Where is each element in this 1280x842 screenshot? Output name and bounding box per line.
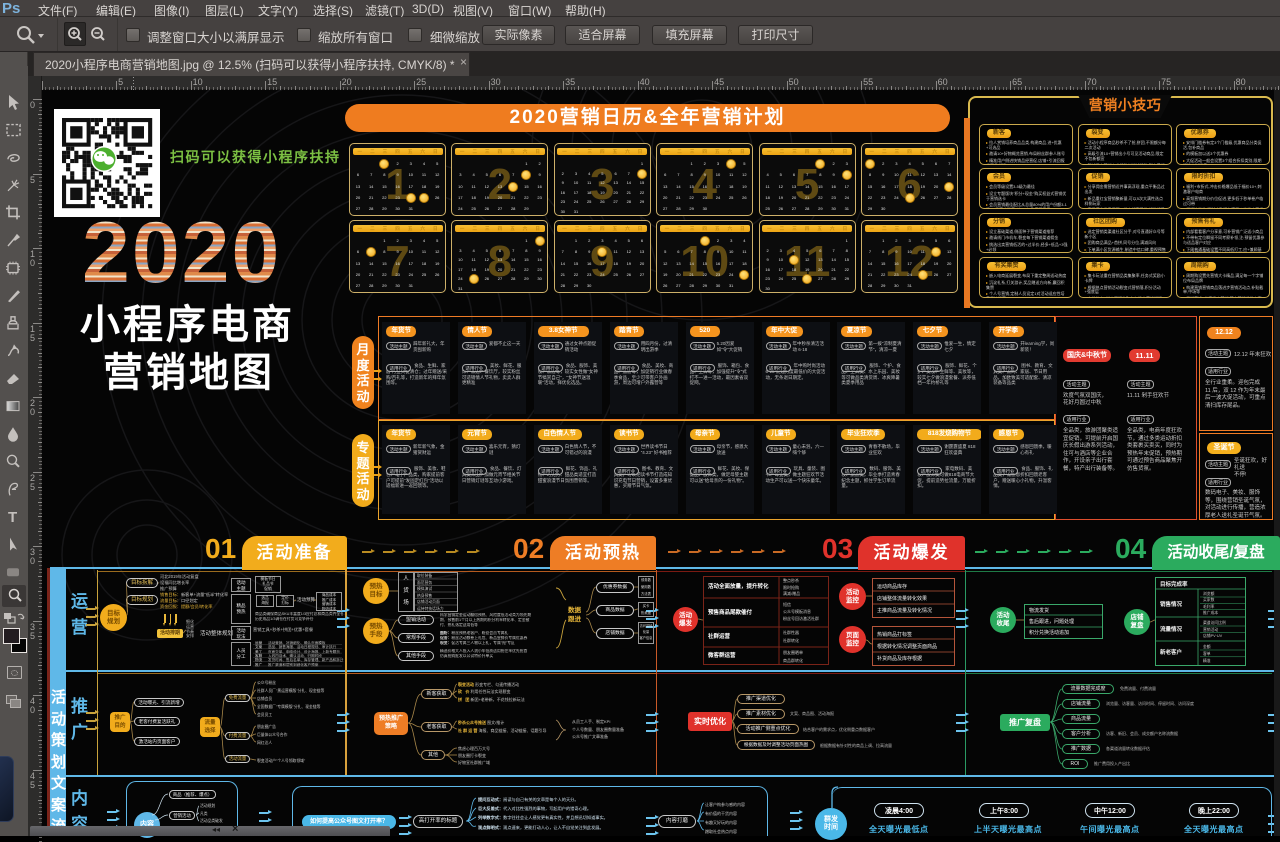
svg-text:T: T [8,509,17,526]
